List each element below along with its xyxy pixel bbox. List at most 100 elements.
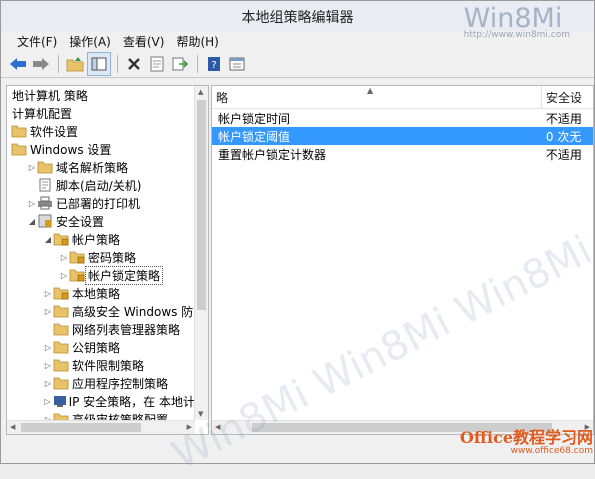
tree-item[interactable]: ◢ 安全设置 bbox=[7, 212, 195, 230]
policy-setting: 0 次无 bbox=[545, 129, 582, 144]
tree-item-label: 帐户锁定策略 bbox=[85, 265, 164, 285]
tree-item[interactable]: 地计算机 策略 bbox=[7, 86, 195, 104]
export-icon[interactable] bbox=[169, 53, 191, 75]
tree-item[interactable]: Windows 设置 bbox=[7, 140, 195, 158]
tree-item-label: 软件设置 bbox=[30, 124, 79, 139]
menu-file[interactable]: 文件(F) bbox=[11, 33, 63, 50]
tree-item[interactable]: ◢ 帐户策略 bbox=[7, 230, 195, 248]
tree-item-label: 公钥策略 bbox=[72, 340, 121, 355]
expand-toggle-icon[interactable]: ▷ bbox=[43, 343, 53, 352]
folder-icon bbox=[53, 359, 69, 372]
policy-setting: 不适用 bbox=[545, 111, 582, 126]
folder-icon bbox=[37, 161, 53, 174]
tree-item[interactable]: 网络列表管理器策略 bbox=[7, 320, 195, 338]
tree-item[interactable]: 脚本(启动/关机) bbox=[7, 176, 195, 194]
tree-item-label: 高级安全 Windows 防 bbox=[72, 304, 194, 319]
toolbar-separator bbox=[58, 55, 59, 73]
list-row[interactable]: 帐户锁定阈值 0 次无 bbox=[212, 127, 593, 145]
policy-name: 帐户锁定阈值 bbox=[218, 129, 291, 144]
svg-text:?: ? bbox=[211, 60, 216, 71]
tree-item-label: 帐户策略 bbox=[72, 232, 121, 247]
toolbar-separator bbox=[117, 55, 118, 73]
list-row[interactable]: 帐户锁定时间 不适用 bbox=[212, 109, 593, 127]
scroll-left-icon[interactable]: ◀ bbox=[215, 423, 220, 431]
tree-item-label: 本地策略 bbox=[72, 286, 121, 301]
scroll-right-icon[interactable]: ▶ bbox=[187, 423, 192, 431]
expand-toggle-icon[interactable]: ▷ bbox=[27, 163, 37, 172]
tree-item[interactable]: ▷ 软件限制策略 bbox=[7, 356, 195, 374]
tree-item[interactable]: ▷ 域名解析策略 bbox=[7, 158, 195, 176]
expand-toggle-icon[interactable]: ▷ bbox=[43, 379, 53, 388]
list-row[interactable]: 重置帐户锁定计数器 不适用 bbox=[212, 145, 593, 163]
folder-icon bbox=[53, 287, 69, 300]
expand-toggle-icon[interactable]: ▷ bbox=[59, 253, 69, 262]
expand-toggle-icon[interactable]: ▷ bbox=[43, 397, 52, 406]
scroll-left-icon[interactable]: ◀ bbox=[10, 423, 15, 431]
tree-item-label: 域名解析策略 bbox=[56, 160, 129, 175]
policy-list: 帐户锁定时间 不适用 帐户锁定阈值 0 次无 重置帐户锁定计数器 不适用 bbox=[212, 109, 593, 163]
folder-icon bbox=[53, 323, 69, 336]
tree-item-label: 网络列表管理器策略 bbox=[72, 322, 181, 337]
delete-icon[interactable] bbox=[123, 53, 145, 75]
tree-item[interactable]: ▷ IP 安全策略，在 本地计 bbox=[7, 392, 195, 410]
tree-pane[interactable]: 地计算机 策略计算机配置软件设置 Windows 设置 ▷ 域名解析策略 脚本(启动/关… bbox=[6, 85, 209, 435]
back-arrow-icon[interactable] bbox=[7, 53, 29, 75]
corner-watermark: Office教程学习网 www.office68.com bbox=[459, 428, 593, 456]
column-header-setting[interactable]: 安全设 bbox=[542, 86, 593, 108]
folder-icon bbox=[53, 305, 69, 318]
tree-item[interactable]: ▷ 应用程序控制策略 bbox=[7, 374, 195, 392]
policy-setting: 不适用 bbox=[545, 147, 582, 162]
expand-toggle-icon[interactable]: ▷ bbox=[43, 361, 53, 370]
expand-toggle-icon[interactable]: ▷ bbox=[27, 199, 37, 208]
policy-tree: 地计算机 策略计算机配置软件设置 Windows 设置 ▷ 域名解析策略 脚本(启动/关… bbox=[7, 86, 195, 428]
scroll-down-icon[interactable]: ▼ bbox=[198, 410, 203, 418]
properties-icon[interactable] bbox=[146, 53, 168, 75]
tree-item[interactable]: ▷ 已部署的打印机 bbox=[7, 194, 195, 212]
up-folder-icon[interactable] bbox=[64, 53, 86, 75]
tree-item-label: 计算机配置 bbox=[12, 106, 73, 121]
scroll-up-icon[interactable]: ▲ bbox=[198, 88, 203, 96]
tree-item[interactable]: ▷ 密码策略 bbox=[7, 248, 195, 266]
expand-toggle-icon[interactable]: ◢ bbox=[43, 235, 53, 244]
show-tree-icon[interactable] bbox=[87, 52, 111, 76]
title-bar: 本地组策略编辑器 Win8Mi http://www.win8mi.com bbox=[1, 1, 594, 40]
tree-horizontal-scrollbar[interactable]: ◀ ▶ bbox=[7, 420, 195, 434]
tree-vertical-scrollbar[interactable]: ▲ ▼ bbox=[194, 86, 208, 420]
list-header: 略 ▲ 安全设 bbox=[212, 86, 593, 109]
watermark-logo: Win8Mi http://www.win8mi.com bbox=[463, 3, 570, 40]
tree-item-label: 已部署的打印机 bbox=[56, 196, 141, 211]
tree-item[interactable]: ▷ 帐户锁定策略 bbox=[7, 265, 195, 285]
expand-toggle-icon[interactable]: ▷ bbox=[43, 307, 53, 316]
tree-scroll-thumb[interactable] bbox=[197, 100, 206, 310]
folder-icon bbox=[69, 251, 85, 264]
tree-item-label: Windows 设置 bbox=[30, 142, 112, 157]
folder-icon bbox=[53, 377, 69, 390]
folder-icon bbox=[53, 233, 69, 246]
ipsec-icon bbox=[53, 396, 66, 407]
tree-item-label: 脚本(启动/关机) bbox=[56, 178, 142, 193]
expand-toggle-icon[interactable]: ◢ bbox=[27, 217, 37, 226]
expand-toggle-icon[interactable]: ▷ bbox=[59, 271, 69, 280]
tree-item[interactable]: 软件设置 bbox=[7, 122, 195, 140]
tree-item[interactable]: ▷ 公钥策略 bbox=[7, 338, 195, 356]
printer-icon bbox=[38, 196, 52, 210]
console-view-icon[interactable] bbox=[226, 53, 248, 75]
sort-arrow-icon: ▲ bbox=[367, 86, 374, 95]
column-header-policy[interactable]: 略 ▲ bbox=[212, 86, 543, 108]
menu-help[interactable]: 帮助(H) bbox=[170, 33, 224, 50]
details-pane[interactable]: 略 ▲ 安全设 帐户锁定时间 不适用 帐户锁定阈值 0 次无 重置帐户锁定计数器 不适用 … bbox=[211, 85, 594, 435]
tree-item[interactable]: ▷ 高级安全 Windows 防 bbox=[7, 302, 195, 320]
help-icon[interactable]: ? bbox=[203, 53, 225, 75]
policy-name: 帐户锁定时间 bbox=[218, 111, 291, 126]
tree-item[interactable]: ▷ 本地策略 bbox=[7, 284, 195, 302]
menu-action[interactable]: 操作(A) bbox=[63, 33, 117, 50]
tree-item-label: 安全设置 bbox=[56, 214, 105, 229]
expand-toggle-icon[interactable]: ▷ bbox=[43, 289, 53, 298]
toolbar: ? bbox=[1, 51, 594, 78]
tree-hscroll-thumb[interactable] bbox=[21, 423, 141, 432]
tree-item[interactable]: 计算机配置 bbox=[7, 104, 195, 122]
forward-arrow-icon[interactable] bbox=[30, 53, 52, 75]
security-icon bbox=[38, 214, 52, 228]
menu-view[interactable]: 查看(V) bbox=[117, 33, 171, 50]
tree-item-label: 密码策略 bbox=[88, 250, 137, 265]
